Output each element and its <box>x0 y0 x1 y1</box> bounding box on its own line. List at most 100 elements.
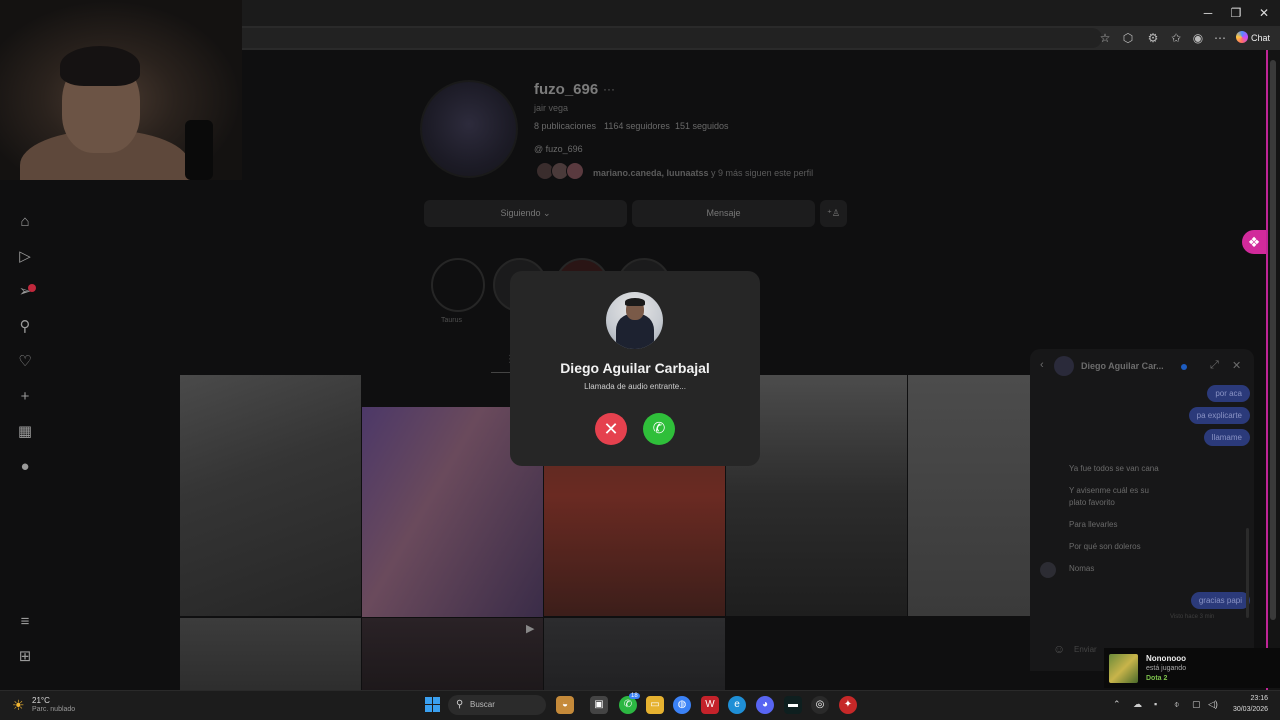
suggest-user-button[interactable]: ⁺♙ <box>820 200 847 227</box>
following-button-label: Siguiendo <box>500 208 541 218</box>
followers-link[interactable]: 1164 seguidores <box>604 121 670 131</box>
bookmark-star-icon[interactable]: ☆ <box>1097 30 1113 46</box>
outgoing-message: por aca <box>1207 385 1250 402</box>
incoming-message: Para llevarles <box>1069 520 1118 529</box>
tray-chevron-icon[interactable]: ⌃ <box>1113 699 1121 710</box>
call-status: Llamada de audio entrante... <box>584 382 686 391</box>
weather-cloud-sun-icon[interactable]: ☀ <box>12 697 25 714</box>
incoming-message: Nomas <box>1069 564 1095 573</box>
profile-icon[interactable]: ● <box>16 458 34 476</box>
close-chat-icon[interactable]: ✕ <box>1232 359 1241 372</box>
search-icon[interactable]: ⚲ <box>16 318 34 336</box>
whatsapp-badge: 18 <box>629 693 640 699</box>
windows-start-icon[interactable] <box>425 697 440 712</box>
incoming-message: plato favorito <box>1069 498 1115 507</box>
onedrive-icon[interactable]: ☁ <box>1133 699 1142 710</box>
microphone-icon[interactable]: ⌽ <box>1174 699 1179 710</box>
reels-icon[interactable]: ▷ <box>16 248 34 266</box>
tray-app-icon[interactable]: ▪ <box>1154 699 1157 709</box>
windows-taskbar <box>0 690 1280 720</box>
task-view-icon[interactable]: ▣ <box>590 696 608 714</box>
close-icon: ✕ <box>603 419 619 439</box>
profile-username: fuzo_696 <box>534 81 599 98</box>
decline-call-button[interactable]: ✕ <box>595 413 627 445</box>
copilot-chat-button[interactable]: Chat <box>1236 29 1276 47</box>
weather-temperature[interactable]: 21°C <box>32 696 50 705</box>
message-input[interactable]: Enviar <box>1074 645 1097 654</box>
accept-call-button[interactable]: ✆ <box>643 413 675 445</box>
post-thumbnail[interactable] <box>908 375 1030 616</box>
outgoing-message: gracias papi <box>1190 592 1250 609</box>
following-button[interactable]: Siguiendo ⌄ <box>424 200 627 227</box>
scrollbar-thumb[interactable] <box>1270 60 1276 620</box>
minimize-icon[interactable]: ─ <box>1194 4 1222 22</box>
follower-avatar <box>566 162 584 180</box>
steam-icon[interactable]: ◎ <box>811 696 829 714</box>
game-app-icon[interactable]: ✦ <box>839 696 857 714</box>
edge-icon[interactable]: e <box>728 696 746 714</box>
profile-avatar[interactable] <box>420 80 518 178</box>
verified-dot <box>1181 364 1187 370</box>
chat-scrollbar[interactable] <box>1246 528 1249 618</box>
home-icon[interactable]: ⌂ <box>16 213 34 231</box>
dashboard-icon[interactable]: ▦ <box>16 423 34 441</box>
more-options-icon[interactable]: ··· <box>603 82 615 96</box>
highlight-circle[interactable] <box>431 258 485 312</box>
close-window-icon[interactable]: ✕ <box>1250 4 1278 22</box>
extension-icon[interactable]: ⬡ <box>1120 30 1136 46</box>
discord-icon[interactable]: ◕ <box>756 696 774 714</box>
followed-by-rest: y 9 más siguen este perfil <box>708 168 814 178</box>
profile-avatar-icon[interactable]: ◉ <box>1190 30 1206 46</box>
threads-handle: fuzo_696 <box>545 144 583 154</box>
network-icon[interactable]: ▢ <box>1192 699 1201 710</box>
more-menu-icon[interactable]: ⋯ <box>1212 30 1228 46</box>
outgoing-message: pa explicarte <box>1188 407 1250 424</box>
terminal-app-icon[interactable]: ▬ <box>784 696 802 714</box>
volume-icon[interactable]: ◁) <box>1208 699 1218 710</box>
extension-floating-button[interactable]: ❖ <box>1242 230 1266 254</box>
profile-full-name: jair vega <box>534 103 569 113</box>
reel-indicator-icon: ▶ <box>526 623 535 635</box>
posts-count: 8 publicaciones <box>534 121 597 131</box>
threads-link[interactable]: @ fuzo_696 <box>534 144 583 154</box>
toast-status: está jugando <box>1146 665 1187 672</box>
outgoing-message: llamame <box>1203 429 1250 446</box>
seen-status: Visto hace 3 min <box>1170 614 1215 620</box>
incoming-message: Ya fue todos se van cana <box>1069 464 1159 473</box>
taskbar-widget-icon[interactable]: ◒ <box>556 696 574 714</box>
office-app-icon[interactable]: W <box>701 696 719 714</box>
chat-label: Chat <box>1251 33 1271 43</box>
post-thumbnail[interactable] <box>180 375 361 616</box>
chat-contact-avatar[interactable] <box>1054 356 1074 376</box>
message-button[interactable]: Mensaje <box>632 200 815 227</box>
phone-icon: ✆ <box>652 420 666 437</box>
menu-icon[interactable]: ≡ <box>16 613 34 631</box>
toast-game-name: Dota 2 <box>1146 675 1168 682</box>
address-bar[interactable] <box>242 28 1102 48</box>
followed-by-text[interactable]: mariano.caneda, luunaatss y 9 más siguen… <box>593 168 813 178</box>
favorites-icon[interactable]: ✩ <box>1168 30 1184 46</box>
back-chevron-icon[interactable]: ‹ <box>1040 359 1044 371</box>
clock-date[interactable]: 30/03/2026 <box>1222 706 1268 713</box>
maximize-icon[interactable]: ❐ <box>1222 4 1250 22</box>
chat-contact-name[interactable]: Diego Aguilar Car... <box>1081 361 1181 371</box>
clock-time[interactable]: 23:16 <box>1230 695 1268 702</box>
chrome-icon[interactable]: ◍ <box>673 696 691 714</box>
apps-grid-icon[interactable]: ⊞ <box>16 648 34 666</box>
highlight-label: Taurus <box>441 317 463 324</box>
search-magnifier-icon: ⚲ <box>456 699 464 710</box>
emoji-icon[interactable]: ☺ <box>1053 642 1065 656</box>
create-plus-icon[interactable]: + <box>16 388 34 406</box>
heart-icon[interactable]: ♡ <box>16 353 34 371</box>
file-explorer-icon[interactable]: ▭ <box>646 696 664 714</box>
caller-avatar <box>606 292 663 349</box>
expand-icon[interactable]: ⤢ <box>1210 359 1219 372</box>
copilot-icon <box>1236 31 1248 43</box>
following-link[interactable]: 151 seguidos <box>675 121 729 131</box>
weather-description[interactable]: Parc. nublado <box>32 706 75 713</box>
caller-avatar-hair <box>625 298 645 306</box>
webcam-overlay <box>0 0 242 180</box>
notification-badge <box>28 284 36 292</box>
extensions-puzzle-icon[interactable]: ⚙ <box>1145 30 1161 46</box>
webcam-microphone <box>185 120 213 180</box>
